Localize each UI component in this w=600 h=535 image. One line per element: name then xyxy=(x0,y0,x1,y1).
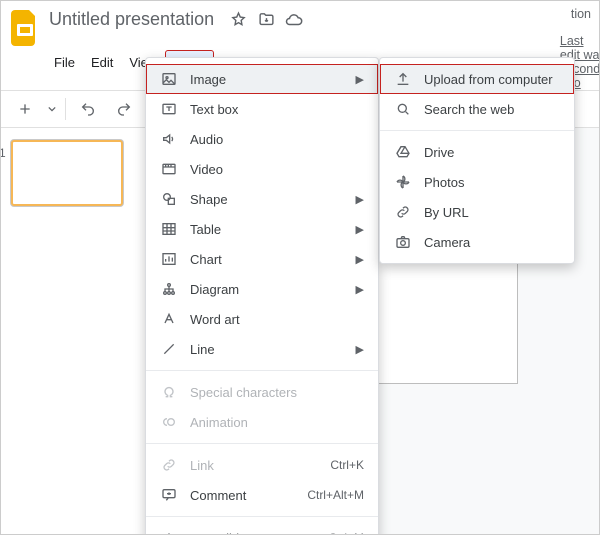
slide-thumbnail-1[interactable]: 1 xyxy=(11,140,123,206)
image-submenu-item-camera[interactable]: Camera xyxy=(380,227,574,257)
move-to-folder-icon[interactable] xyxy=(257,11,275,29)
drive-icon xyxy=(394,143,412,161)
menu-edit[interactable]: Edit xyxy=(84,51,120,74)
camera-icon xyxy=(394,233,412,251)
image-submenu-panel: Upload from computer Search the web Drive P… xyxy=(379,57,575,264)
menu-item-label: Comment xyxy=(190,488,295,503)
chart-icon xyxy=(160,250,178,268)
menu-item-label: Animation xyxy=(190,415,364,430)
truncated-text: tion xyxy=(571,7,591,21)
insert-item-diagram[interactable]: Diagram ▶ xyxy=(146,274,378,304)
menu-item-label: Upload from computer xyxy=(424,72,560,87)
menu-item-label: Text box xyxy=(190,102,364,117)
undo-button[interactable] xyxy=(74,95,102,123)
menu-item-label: Search the web xyxy=(424,102,560,117)
submenu-arrow-icon: ▶ xyxy=(356,253,364,266)
image-submenu-item-search-the-web[interactable]: Search the web xyxy=(380,94,574,124)
doc-title-input[interactable] xyxy=(47,7,221,32)
image-submenu-item-by-url[interactable]: By URL xyxy=(380,197,574,227)
insert-item-special-characters: Special characters xyxy=(146,377,378,407)
url-icon xyxy=(394,203,412,221)
menu-item-label: Shape xyxy=(190,192,344,207)
video-icon xyxy=(160,160,178,178)
menu-item-label: Video xyxy=(190,162,364,177)
menu-separator xyxy=(146,443,378,444)
menu-separator xyxy=(146,370,378,371)
image-submenu-item-drive[interactable]: Drive xyxy=(380,137,574,167)
submenu-arrow-icon: ▶ xyxy=(356,73,364,86)
search-icon xyxy=(394,100,412,118)
insert-item-line[interactable]: Line ▶ xyxy=(146,334,378,364)
insert-item-new-slide[interactable]: New slideCtrl+M xyxy=(146,523,378,535)
shortcut-label: Ctrl+K xyxy=(330,458,364,472)
animation-icon xyxy=(160,413,178,431)
new-slide-button[interactable] xyxy=(11,95,39,123)
insert-item-comment[interactable]: Comment Ctrl+Alt+M xyxy=(146,480,378,510)
slide-number: 1 xyxy=(0,146,6,160)
chevron-down-icon[interactable] xyxy=(47,100,57,118)
app-window: File Edit View Insert Format Slide Arran… xyxy=(0,0,600,535)
menu-item-label: Image xyxy=(190,72,344,87)
image-icon xyxy=(160,70,178,88)
menu-item-label: Word art xyxy=(190,312,364,327)
submenu-arrow-icon: ▶ xyxy=(356,343,364,356)
insert-item-chart[interactable]: Chart ▶ xyxy=(146,244,378,274)
audio-icon xyxy=(160,130,178,148)
insert-item-image[interactable]: Image ▶ xyxy=(146,64,378,94)
menu-item-label: Photos xyxy=(424,175,560,190)
menu-item-label: Table xyxy=(190,222,344,237)
slide-thumbnails: 1 xyxy=(1,128,162,535)
submenu-arrow-icon: ▶ xyxy=(356,283,364,296)
wordart-icon xyxy=(160,310,178,328)
submenu-arrow-icon: ▶ xyxy=(356,193,364,206)
menu-file[interactable]: File xyxy=(47,51,82,74)
textbox-icon xyxy=(160,100,178,118)
menu-item-label: Drive xyxy=(424,145,560,160)
image-submenu-item-photos[interactable]: Photos xyxy=(380,167,574,197)
comment-icon xyxy=(160,486,178,504)
insert-menu-panel: Image▶Text boxAudioVideoShape▶Table▶Char… xyxy=(145,57,379,535)
table-icon xyxy=(160,220,178,238)
insert-item-animation: Animation xyxy=(146,407,378,437)
diagram-icon xyxy=(160,280,178,298)
menu-item-label: Line xyxy=(190,342,344,357)
line-icon xyxy=(160,340,178,358)
upload-icon xyxy=(394,70,412,88)
menu-item-label: Audio xyxy=(190,132,364,147)
insert-item-table[interactable]: Table ▶ xyxy=(146,214,378,244)
image-submenu-item-upload-from-computer[interactable]: Upload from computer xyxy=(380,64,574,94)
menu-separator xyxy=(146,516,378,517)
photos-icon xyxy=(394,173,412,191)
shortcut-label: Ctrl+Alt+M xyxy=(307,488,364,502)
menu-item-label: Camera xyxy=(424,235,560,250)
menu-item-label: Link xyxy=(190,458,318,473)
menu-item-label: Diagram xyxy=(190,282,344,297)
shape-icon xyxy=(160,190,178,208)
menu-item-label: Special characters xyxy=(190,385,364,400)
insert-item-link: Link Ctrl+K xyxy=(146,450,378,480)
insert-item-video[interactable]: Video xyxy=(146,154,378,184)
menu-item-label: By URL xyxy=(424,205,560,220)
omega-icon xyxy=(160,383,178,401)
menu-separator xyxy=(380,130,574,131)
insert-item-audio[interactable]: Audio xyxy=(146,124,378,154)
insert-item-text-box[interactable]: Text box xyxy=(146,94,378,124)
cloud-status-icon[interactable] xyxy=(285,11,303,29)
insert-item-word-art[interactable]: Word art xyxy=(146,304,378,334)
star-icon[interactable] xyxy=(229,11,247,29)
slides-logo[interactable] xyxy=(11,5,39,51)
menu-item-label: Chart xyxy=(190,252,344,267)
redo-button[interactable] xyxy=(110,95,138,123)
submenu-arrow-icon: ▶ xyxy=(356,223,364,236)
link-icon xyxy=(160,456,178,474)
separator xyxy=(65,98,66,120)
insert-item-shape[interactable]: Shape ▶ xyxy=(146,184,378,214)
